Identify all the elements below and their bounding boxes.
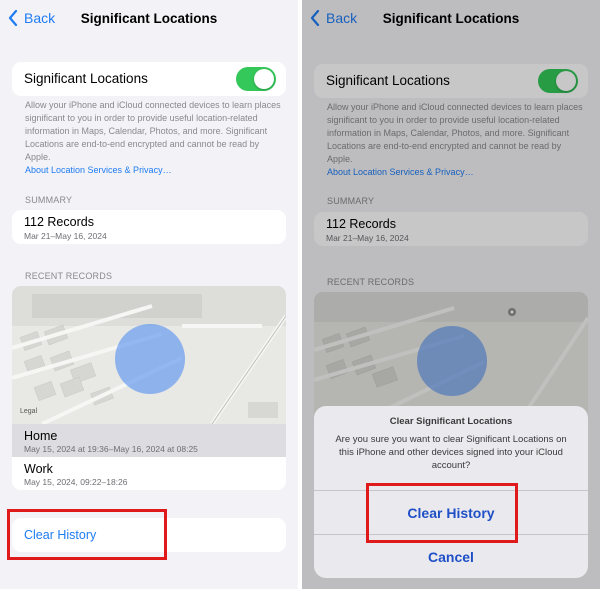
switch-knob xyxy=(254,69,274,89)
alert-title: Clear Significant Locations xyxy=(389,416,513,427)
significant-locations-switch[interactable] xyxy=(236,67,276,91)
record-row-home[interactable]: Home May 15, 2024 at 19:36–May 16, 2024 … xyxy=(12,424,286,457)
navigation-bar: Back Significant Locations xyxy=(0,0,298,40)
privacy-link[interactable]: About Location Services & Privacy… xyxy=(25,164,283,177)
settings-screen-right: Back Significant Locations Significant L… xyxy=(302,0,600,589)
summary-records: 112 Records xyxy=(24,215,94,229)
record-detail: May 15, 2024 at 19:36–May 16, 2024 at 08… xyxy=(24,444,198,454)
summary-row[interactable]: 112 Records Mar 21–May 16, 2024 xyxy=(12,210,286,244)
description-text: Allow your iPhone and iCloud connected d… xyxy=(25,100,281,162)
record-detail: May 15, 2024, 09:22–18:26 xyxy=(24,477,128,487)
location-radius-marker xyxy=(115,324,185,394)
location-map[interactable]: Legal xyxy=(12,286,286,424)
summary-range: Mar 21–May 16, 2024 xyxy=(24,231,107,241)
record-title: Home xyxy=(24,429,58,443)
settings-screen-left: Back Significant Locations Significant L… xyxy=(0,0,298,589)
significant-locations-row: Significant Locations xyxy=(12,62,286,96)
summary-header: SUMMARY xyxy=(25,195,73,205)
alert-message: Are you sure you want to clear Significa… xyxy=(335,434,567,471)
highlight-box xyxy=(7,509,167,560)
recent-records-header: RECENT RECORDS xyxy=(25,271,113,281)
map-legal-label[interactable]: Legal xyxy=(20,408,37,415)
highlight-box xyxy=(366,483,518,543)
record-row-work[interactable]: Work May 15, 2024, 09:22–18:26 xyxy=(12,457,286,490)
recent-records-card: Legal Home May 15, 2024 at 19:36–May 16,… xyxy=(12,286,286,490)
description-text-block: Allow your iPhone and iCloud connected d… xyxy=(25,99,283,177)
record-title: Work xyxy=(24,462,53,476)
cancel-button[interactable]: Cancel xyxy=(314,549,588,565)
significant-locations-label: Significant Locations xyxy=(24,71,148,86)
page-title: Significant Locations xyxy=(80,11,218,26)
